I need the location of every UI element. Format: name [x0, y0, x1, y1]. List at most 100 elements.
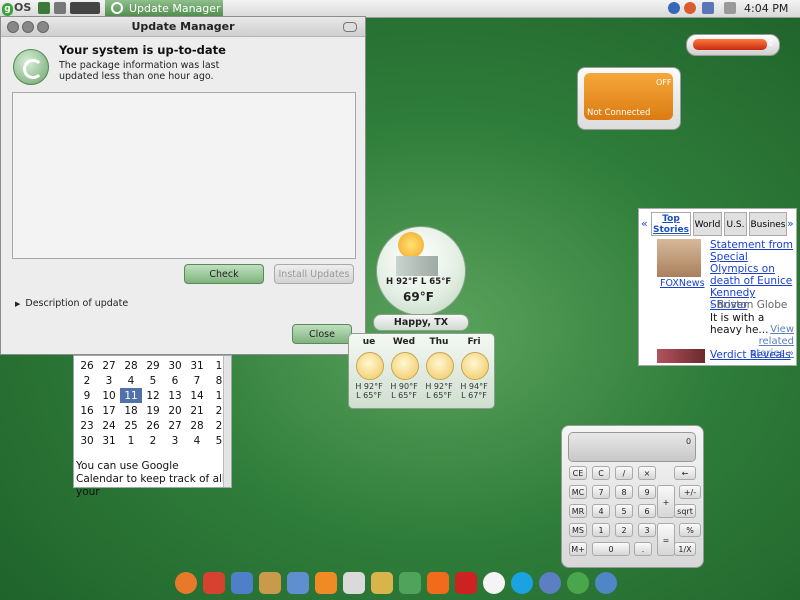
weather-city-selector[interactable]: Happy, TX	[373, 314, 469, 331]
calendar-day[interactable]: 3	[164, 433, 186, 448]
calc-key-backspace[interactable]: ←	[674, 466, 696, 480]
calendar-icon[interactable]	[231, 572, 253, 594]
calc-key-clear-entry[interactable]: CE	[569, 466, 587, 480]
calendar-day[interactable]: 27	[164, 418, 186, 433]
calendar-day[interactable]: 19	[142, 403, 164, 418]
description-expander[interactable]: ▶ Description of update	[15, 298, 128, 309]
calendar-day[interactable]: 28	[186, 418, 208, 433]
news-thumbnail-2[interactable]	[657, 349, 705, 363]
calendar-day[interactable]: 23	[76, 418, 98, 433]
news-next-arrow[interactable]: »	[787, 217, 794, 230]
updates-list[interactable]	[12, 92, 356, 259]
calc-key-clear[interactable]: C	[592, 466, 610, 480]
calendar-day[interactable]: 2	[142, 433, 164, 448]
calc-key-memory-clear[interactable]: MC	[569, 485, 587, 499]
calendar-day[interactable]: 9	[76, 388, 98, 403]
calc-key-divide[interactable]: /	[615, 466, 633, 480]
calendar-day[interactable]: 10	[98, 388, 120, 403]
window-shade-icon[interactable]	[343, 22, 357, 32]
calendar-day[interactable]: 30	[76, 433, 98, 448]
calendar-day[interactable]: 20	[164, 403, 186, 418]
check-button[interactable]: Check	[184, 264, 264, 284]
calendar-day[interactable]: 27	[98, 358, 120, 373]
calendar-day[interactable]: 28	[120, 358, 142, 373]
chat-icon[interactable]	[483, 572, 505, 594]
calendar-day[interactable]: 5	[142, 373, 164, 388]
openoffice-writer-icon[interactable]	[539, 572, 561, 594]
calendar-day[interactable]: 12	[142, 388, 164, 403]
calendar-day[interactable]: 17	[98, 403, 120, 418]
calc-key-memory-add[interactable]: M+	[569, 542, 587, 556]
close-button[interactable]: Close	[292, 324, 352, 344]
firefox-icon[interactable]	[175, 572, 197, 594]
workspace-switcher[interactable]	[70, 2, 100, 14]
calendar-day[interactable]: 26	[142, 418, 164, 433]
calc-key-7[interactable]: 7	[592, 485, 610, 499]
calc-key-memory-store[interactable]: MS	[569, 523, 587, 537]
news-prev-arrow[interactable]: «	[641, 217, 648, 230]
calc-key-1[interactable]: 1	[592, 523, 610, 537]
news-headline-2[interactable]: Verdict Reveals	[710, 349, 791, 361]
calendar-day[interactable]: 1	[120, 433, 142, 448]
calc-key-6[interactable]: 6	[638, 504, 656, 518]
calendar-day[interactable]: 14	[186, 388, 208, 403]
calendar-day[interactable]: 16	[76, 403, 98, 418]
rss-icon[interactable]	[315, 572, 337, 594]
calc-key-5[interactable]: 5	[615, 504, 633, 518]
calendar-day[interactable]: 31	[186, 358, 208, 373]
tab-us[interactable]: U.S.	[724, 212, 747, 236]
show-desktop-icon[interactable]	[38, 2, 50, 14]
image-editor-icon[interactable]	[287, 572, 309, 594]
calc-key-percent[interactable]: %	[679, 523, 701, 537]
calc-key-add[interactable]: +	[657, 485, 675, 518]
news-image-source[interactable]: FOXNews	[660, 278, 705, 289]
skype-icon[interactable]	[511, 572, 533, 594]
calendar-day[interactable]: 25	[120, 418, 142, 433]
network-toggle[interactable]: OFF	[656, 78, 672, 87]
calendar-day[interactable]: 6	[164, 373, 186, 388]
calc-key-4[interactable]: 4	[592, 504, 610, 518]
calc-key-0[interactable]: 0	[592, 542, 630, 556]
taskbar-update-manager-button[interactable]: Update Manager	[105, 0, 223, 17]
update-notifier-icon[interactable]	[668, 2, 680, 14]
calc-key-memory-recall[interactable]: MR	[569, 504, 587, 518]
openoffice-calc-icon[interactable]	[567, 572, 589, 594]
calc-key-sqrt[interactable]: sqrt	[674, 504, 696, 518]
calc-key-multiply[interactable]: ×	[638, 466, 656, 480]
calc-key-9[interactable]: 9	[638, 485, 656, 499]
clock[interactable]: 4:04 PM	[744, 2, 788, 15]
calendar-day[interactable]: 24	[98, 418, 120, 433]
openoffice-impress-icon[interactable]	[595, 572, 617, 594]
tab-world[interactable]: World	[693, 212, 722, 236]
calendar-day[interactable]: 29	[142, 358, 164, 373]
main-menu-button[interactable]: g OS	[2, 1, 36, 16]
shopping-icon[interactable]	[371, 572, 393, 594]
calendar-day[interactable]: 21	[186, 403, 208, 418]
calendar-day[interactable]: 18	[120, 403, 142, 418]
volume-tray-icon[interactable]	[724, 2, 736, 14]
calendar-day[interactable]: 3	[98, 373, 120, 388]
photos-icon[interactable]	[259, 572, 281, 594]
network-tray-icon[interactable]	[702, 2, 714, 14]
calc-key-decimal[interactable]: .	[634, 542, 652, 556]
calc-key-reciprocal[interactable]: 1/X	[674, 542, 696, 556]
calendar-day[interactable]: 4	[120, 373, 142, 388]
calendar-day[interactable]: 30	[164, 358, 186, 373]
calc-key-8[interactable]: 8	[615, 485, 633, 499]
gmail-icon[interactable]	[203, 572, 225, 594]
calendar-day[interactable]: 11	[120, 388, 142, 403]
calendar-day[interactable]: 13	[164, 388, 186, 403]
network-widget[interactable]	[577, 67, 681, 130]
calendar-day[interactable]: 26	[76, 358, 98, 373]
calendar-day[interactable]: 7	[186, 373, 208, 388]
calendar-day[interactable]: 2	[76, 373, 98, 388]
calc-key-equals[interactable]: =	[657, 523, 675, 556]
tab-business[interactable]: Busines	[749, 212, 787, 236]
window-titlebar[interactable]: Update Manager	[1, 17, 365, 37]
calc-key-3[interactable]: 3	[638, 523, 656, 537]
install-updates-button[interactable]: Install Updates	[274, 264, 354, 284]
news-thumbnail[interactable]	[657, 239, 701, 277]
calc-key-negate[interactable]: +/-	[679, 485, 701, 499]
blogger-icon[interactable]	[427, 572, 449, 594]
calendar-scrollbar[interactable]	[223, 356, 231, 487]
